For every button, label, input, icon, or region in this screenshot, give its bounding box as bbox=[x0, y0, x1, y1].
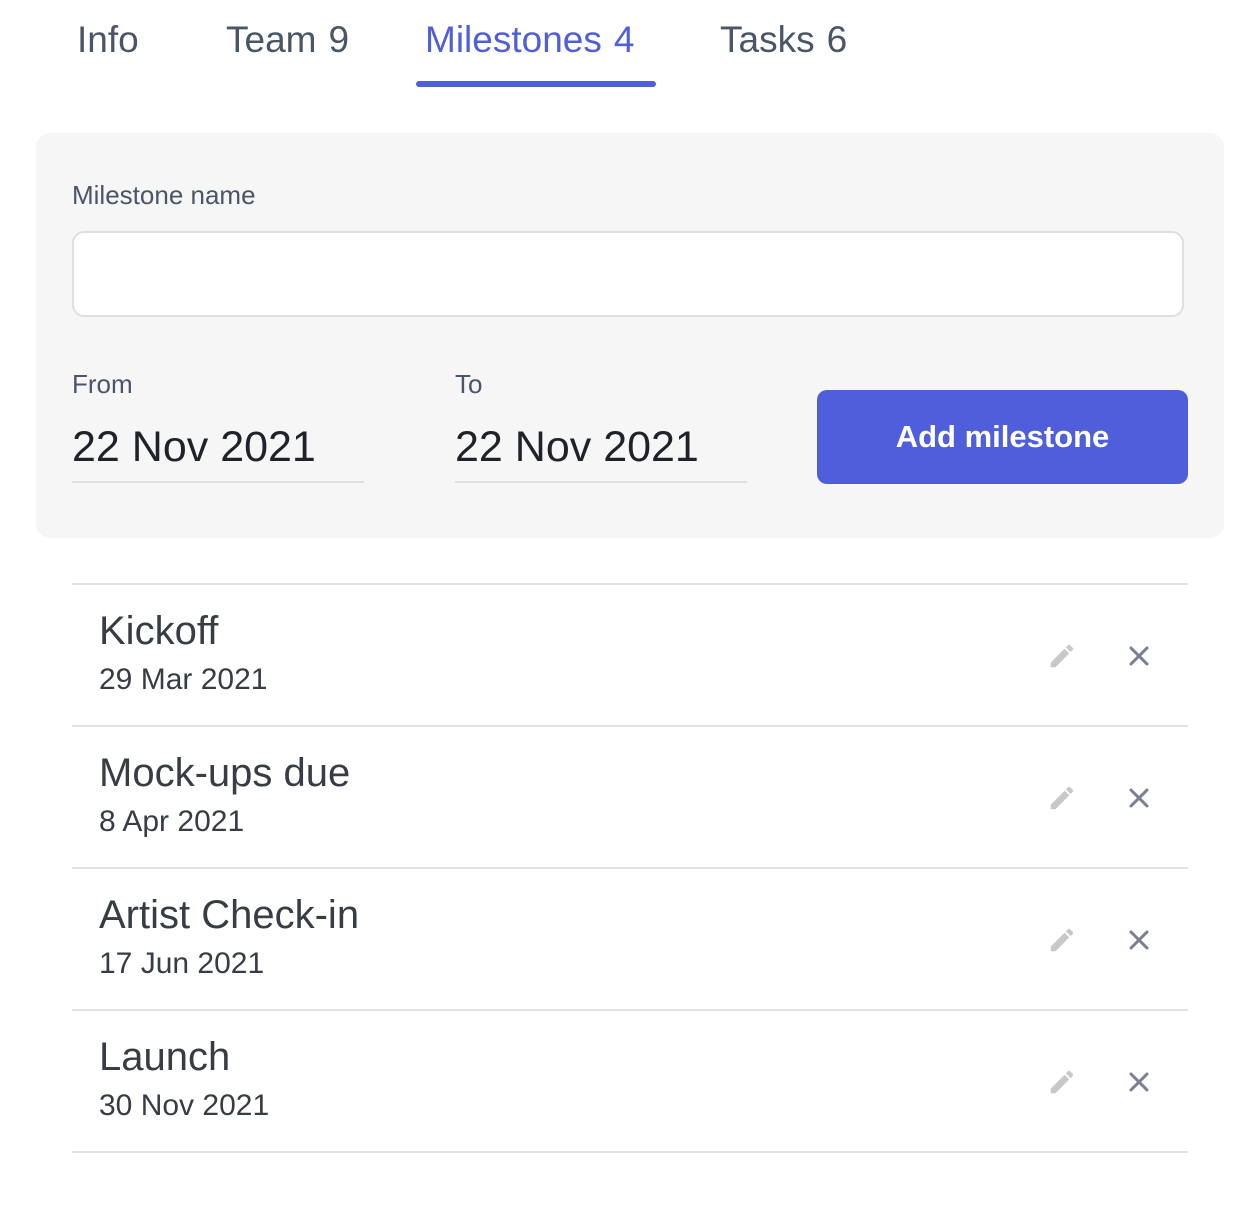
tab-tasks[interactable]: Tasks 6 bbox=[720, 18, 847, 62]
milestone-name-input[interactable] bbox=[72, 231, 1184, 317]
tab-label: Team bbox=[226, 19, 317, 60]
milestone-date: 30 Nov 2021 bbox=[99, 1089, 270, 1122]
milestone-date: 29 Mar 2021 bbox=[99, 663, 268, 696]
tab-count: 9 bbox=[328, 19, 350, 60]
milestone-list: Kickoff 29 Mar 2021 Mock-ups due 8 Apr 2… bbox=[72, 583, 1188, 1153]
tab-bar: Info Team 9 Milestones 4 Tasks 6 bbox=[0, 0, 1259, 90]
tab-count: 4 bbox=[613, 19, 635, 60]
tab-label: Milestones bbox=[425, 19, 602, 60]
delete-button[interactable] bbox=[1122, 1065, 1156, 1099]
pencil-icon bbox=[1050, 786, 1074, 810]
delete-button[interactable] bbox=[1122, 923, 1156, 957]
edit-button[interactable] bbox=[1045, 1065, 1079, 1099]
to-label: To bbox=[455, 369, 483, 399]
pencil-icon bbox=[1050, 644, 1074, 668]
edit-button[interactable] bbox=[1045, 923, 1079, 957]
edit-button[interactable] bbox=[1045, 781, 1079, 815]
close-icon bbox=[1129, 788, 1149, 808]
tab-milestones[interactable]: Milestones 4 bbox=[425, 18, 634, 62]
tab-label: Tasks bbox=[720, 19, 815, 60]
milestone-name: Launch bbox=[99, 1035, 231, 1079]
milestone-name: Mock-ups due bbox=[99, 751, 351, 795]
tab-count: 6 bbox=[826, 19, 848, 60]
pencil-icon bbox=[1050, 1070, 1074, 1094]
delete-button[interactable] bbox=[1122, 639, 1156, 673]
to-date-input[interactable] bbox=[455, 413, 747, 483]
milestone-name-label: Milestone name bbox=[72, 180, 256, 210]
milestone-name: Kickoff bbox=[99, 609, 219, 653]
add-milestone-form: Milestone name From To Add milestone bbox=[36, 133, 1224, 538]
active-tab-indicator bbox=[416, 81, 656, 87]
list-item: Kickoff 29 Mar 2021 bbox=[72, 585, 1188, 727]
milestone-name: Artist Check-in bbox=[99, 893, 360, 937]
tab-info[interactable]: Info bbox=[77, 18, 139, 62]
list-item: Mock-ups due 8 Apr 2021 bbox=[72, 727, 1188, 869]
from-date-input[interactable] bbox=[72, 413, 364, 483]
tab-label: Info bbox=[77, 19, 139, 60]
close-icon bbox=[1129, 1072, 1149, 1092]
pencil-icon bbox=[1050, 928, 1074, 952]
add-milestone-button[interactable]: Add milestone bbox=[817, 390, 1188, 484]
edit-button[interactable] bbox=[1045, 639, 1079, 673]
tab-team[interactable]: Team 9 bbox=[226, 18, 349, 62]
list-item: Artist Check-in 17 Jun 2021 bbox=[72, 869, 1188, 1011]
close-icon bbox=[1129, 646, 1149, 666]
from-label: From bbox=[72, 369, 133, 399]
list-item: Launch 30 Nov 2021 bbox=[72, 1011, 1188, 1153]
delete-button[interactable] bbox=[1122, 781, 1156, 815]
milestone-date: 8 Apr 2021 bbox=[99, 805, 245, 838]
milestone-date: 17 Jun 2021 bbox=[99, 947, 265, 980]
close-icon bbox=[1129, 930, 1149, 950]
